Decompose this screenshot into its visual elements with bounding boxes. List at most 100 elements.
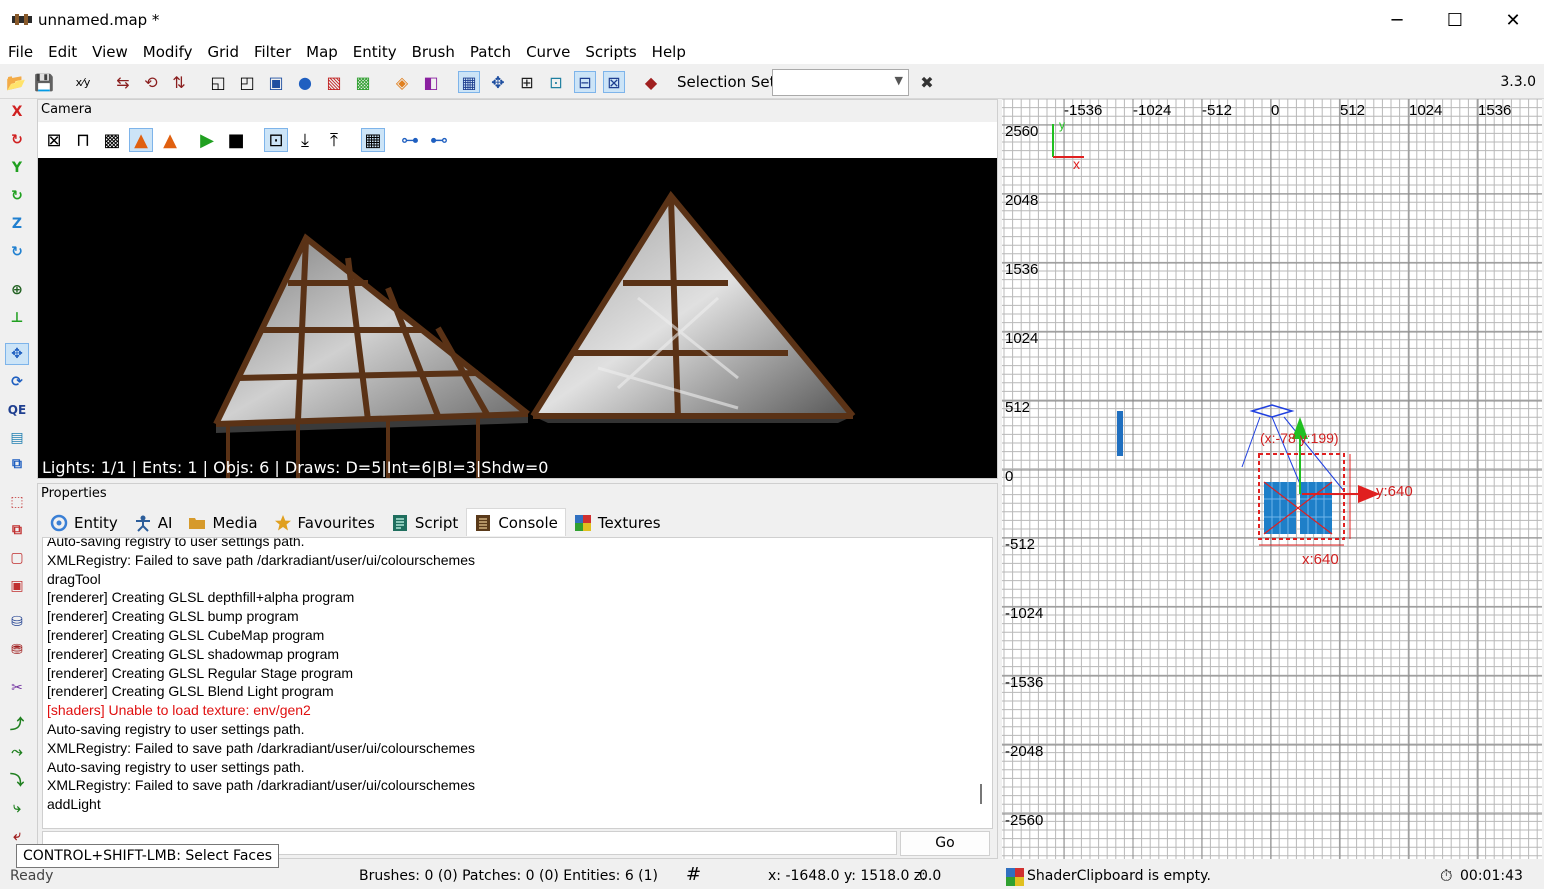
menu-view[interactable]: View <box>84 40 135 64</box>
open-icon[interactable]: 📂 <box>5 71 27 93</box>
menu-modify[interactable]: Modify <box>135 40 200 64</box>
tab-favourites[interactable]: Favourites <box>266 508 383 536</box>
qe-tool-icon[interactable]: QE <box>5 399 29 421</box>
stop-icon[interactable]: ■ <box>224 128 248 152</box>
left-toolbar: X ↻ Y ↻ Z ↻ ⊕ ⊥ ✥ ⟳ QE ▤ ⧉ ⬚ ⧉ ▢ ▣ ⛁ ⛃ ✂… <box>0 99 33 859</box>
entity-tool-icon[interactable]: ● <box>294 71 316 93</box>
rotate-x-icon[interactable]: ↻ <box>5 129 29 151</box>
console-scrollbar[interactable] <box>980 784 982 804</box>
select-group-icon[interactable]: ⧉ <box>5 519 29 541</box>
select-vertex-icon[interactable]: ⛃ <box>5 639 29 661</box>
greenhouse-left <box>213 233 530 478</box>
swap-axis-icon[interactable]: x⁄y <box>72 71 94 93</box>
flip-x-icon[interactable]: ⇆ <box>112 71 134 93</box>
rotate-y-icon[interactable]: ↻ <box>5 185 29 207</box>
maximize-button[interactable]: ☐ <box>1426 0 1484 40</box>
close-button[interactable]: ✕ <box>1484 0 1542 40</box>
console-line: [renderer] Creating GLSL shadowmap progr… <box>47 645 340 662</box>
wireframe-icon[interactable]: ⊠ <box>42 128 66 152</box>
select-touching-icon[interactable]: ⊡ <box>545 71 567 93</box>
chevron-down-icon: ▼ <box>894 74 903 87</box>
texture-lock-icon[interactable]: ⊞ <box>516 71 538 93</box>
textured-icon[interactable]: ▩ <box>100 128 124 152</box>
menu-brush[interactable]: Brush <box>404 40 462 64</box>
select-inside-icon[interactable]: ⊟ <box>574 71 596 93</box>
ortho-view[interactable]: -1536 -1024 -512 0 512 1024 1536 2560 2048 1536 10… <box>1002 99 1542 859</box>
texture-tool-icon[interactable]: ▤ <box>5 427 29 449</box>
menu-edit[interactable]: Edit <box>40 40 84 64</box>
select-complete-icon[interactable]: ⊠ <box>603 71 625 93</box>
rotate-tool-icon[interactable]: ✥ <box>487 71 509 93</box>
menu-grid[interactable]: Grid <box>199 40 245 64</box>
select-patch-icon[interactable]: ⛁ <box>5 611 29 633</box>
flip-z-icon[interactable]: Z <box>5 213 29 235</box>
rotate-x-icon[interactable]: ⟲ <box>140 71 162 93</box>
menu-map[interactable]: Map <box>298 40 345 64</box>
scale-icon[interactable]: ⊥ <box>5 307 29 329</box>
menu-help[interactable]: Help <box>644 40 693 64</box>
status-ready: Ready <box>10 868 54 884</box>
play-icon[interactable]: ▶ <box>195 128 219 152</box>
brush-prism-icon[interactable]: ◱ <box>207 71 229 93</box>
star-icon <box>274 515 291 531</box>
tab-console[interactable]: Console <box>466 508 566 536</box>
curve-append-icon[interactable]: ⤵ <box>5 769 29 791</box>
brush-cone-icon[interactable]: ◰ <box>236 71 258 93</box>
translate-icon[interactable]: ✥ <box>5 343 29 365</box>
curve-insert-icon[interactable]: ⤷ <box>5 797 29 819</box>
axis-indicator: y x <box>1052 118 1084 172</box>
camera-viewport[interactable]: Lights: 1/1 | Ents: 1 | Objs: 6 | Draws:… <box>38 158 997 478</box>
tab-textures[interactable]: Textures <box>566 508 669 536</box>
grid-toggle-icon[interactable]: ▦ <box>361 128 385 152</box>
camera-move-icon[interactable]: ⊶ <box>398 128 422 152</box>
clipper-icon[interactable]: ◧ <box>420 71 442 93</box>
rotate-z-icon[interactable]: ↻ <box>5 241 29 263</box>
clip-in-icon[interactable]: ⤓ <box>293 128 317 152</box>
tab-ai[interactable]: AI <box>126 508 181 536</box>
entity-icon <box>50 514 68 532</box>
menu-curve[interactable]: Curve <box>518 40 577 64</box>
csg-merge-icon[interactable]: ▩ <box>352 71 374 93</box>
resize-icon[interactable]: ⧉ <box>5 453 29 475</box>
model-icon[interactable]: ◆ <box>640 71 662 93</box>
minimize-button[interactable]: ─ <box>1368 0 1426 40</box>
flat-shade-icon[interactable]: ⊓ <box>71 128 95 152</box>
flip-y-icon[interactable]: Y <box>5 157 29 179</box>
ortho-left-label: -1024 <box>1005 605 1043 622</box>
lock-selection-icon[interactable]: ▦ <box>458 71 480 93</box>
select-entity-icon[interactable]: ▣ <box>5 575 29 597</box>
clear-selection-set-icon[interactable]: ✖ <box>916 71 938 93</box>
lighting-mode-icon[interactable]: ▲ <box>129 128 153 152</box>
flip-x-icon[interactable]: X <box>5 101 29 123</box>
selection-group[interactable]: (x:-78 y:199) y:640 x:640 <box>1241 404 1413 568</box>
camera-focus-icon[interactable]: ⊷ <box>427 128 451 152</box>
menu-entity[interactable]: Entity <box>345 40 404 64</box>
menu-scripts[interactable]: Scripts <box>577 40 643 64</box>
tab-script[interactable]: Script <box>383 508 467 536</box>
brush-cube-icon[interactable]: ▣ <box>265 71 287 93</box>
menu-filter[interactable]: Filter <box>246 40 298 64</box>
arbitrary-rotate-icon[interactable]: ⊕ <box>5 279 29 301</box>
rotate-tool-icon[interactable]: ⟳ <box>5 371 29 393</box>
ortho-left-label: -1536 <box>1005 674 1043 691</box>
select-face-icon[interactable]: ⬚ <box>5 491 29 513</box>
csg-subtract-icon[interactable]: ▧ <box>323 71 345 93</box>
flip-y-icon[interactable]: ⇅ <box>168 71 190 93</box>
light-entity-marker[interactable] <box>1117 411 1123 456</box>
hollow-icon[interactable]: ◈ <box>391 71 413 93</box>
light-preview-icon[interactable]: ▲ <box>158 128 182 152</box>
far-clip-icon[interactable]: ⊡ <box>264 128 288 152</box>
curve-edit-icon[interactable]: ⤳ <box>5 741 29 763</box>
console-output[interactable]: Auto-saving registry to user settings pa… <box>42 537 993 829</box>
tab-entity[interactable]: Entity <box>42 508 126 536</box>
curve-tool-icon[interactable]: ⤴ <box>5 713 29 735</box>
save-icon[interactable]: 💾 <box>33 71 55 93</box>
clipper-tool-icon[interactable]: ✂ <box>5 677 29 699</box>
select-brush-icon[interactable]: ▢ <box>5 547 29 569</box>
menu-file[interactable]: File <box>0 40 40 64</box>
menu-patch[interactable]: Patch <box>462 40 518 64</box>
selection-set-dropdown[interactable]: ▼ <box>772 69 909 96</box>
clip-out-icon[interactable]: ⤒ <box>322 128 346 152</box>
tab-media[interactable]: Media <box>180 508 265 536</box>
go-button[interactable]: Go <box>900 831 990 856</box>
